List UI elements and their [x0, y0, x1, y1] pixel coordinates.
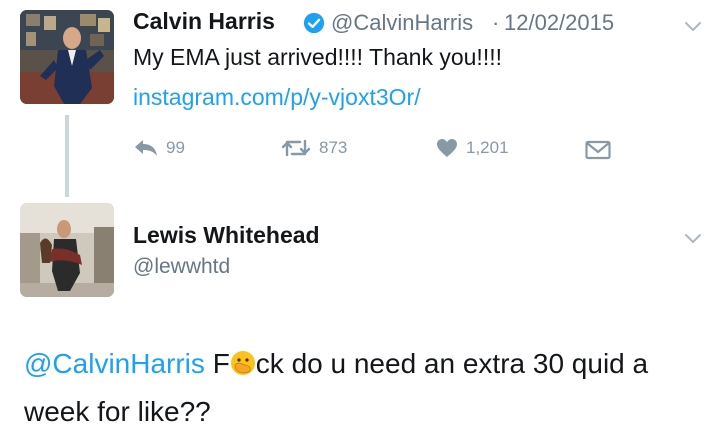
author-handle[interactable]: @CalvinHarris [331, 10, 473, 36]
verified-badge-icon [303, 12, 325, 34]
envelope-icon [585, 140, 611, 160]
reply-count: 99 [166, 138, 185, 157]
reply-action[interactable]: 99 [134, 138, 185, 158]
tweet-date[interactable]: 12/02/2015 [504, 10, 614, 36]
thread-connector-line [65, 115, 69, 197]
direct-message-action[interactable] [585, 140, 611, 160]
like-count: 1,201 [466, 138, 509, 157]
tweet-text: @CalvinHarris F ck do u need an extra 30… [24, 340, 704, 436]
tweet-text-part1: F [212, 348, 230, 379]
tweet-link[interactable]: instagram.com/p/y-vjoxt3Or/ [133, 84, 421, 111]
retweet-icon [281, 139, 311, 157]
author-handle[interactable]: @lewwhtd [133, 255, 230, 279]
heart-icon [437, 139, 457, 157]
retweet-count: 873 [319, 138, 348, 157]
retweet-action[interactable]: 873 [281, 138, 347, 158]
reply-icon [135, 140, 157, 156]
hand-over-mouth-emoji-icon [230, 350, 256, 376]
like-action[interactable]: 1,201 [436, 138, 509, 158]
tweet-text: My EMA just arrived!!!! Thank you!!!! [133, 44, 502, 70]
author-name[interactable]: Calvin Harris [133, 8, 275, 35]
chevron-down-icon[interactable] [683, 20, 703, 34]
mention-link[interactable]: @CalvinHarris [24, 348, 205, 379]
chevron-down-icon[interactable] [683, 232, 703, 246]
separator-dot: · [492, 10, 500, 35]
lewis-whitehead-avatar[interactable] [20, 203, 114, 297]
calvin-harris-avatar[interactable] [20, 10, 114, 104]
author-name[interactable]: Lewis Whitehead [133, 222, 320, 249]
